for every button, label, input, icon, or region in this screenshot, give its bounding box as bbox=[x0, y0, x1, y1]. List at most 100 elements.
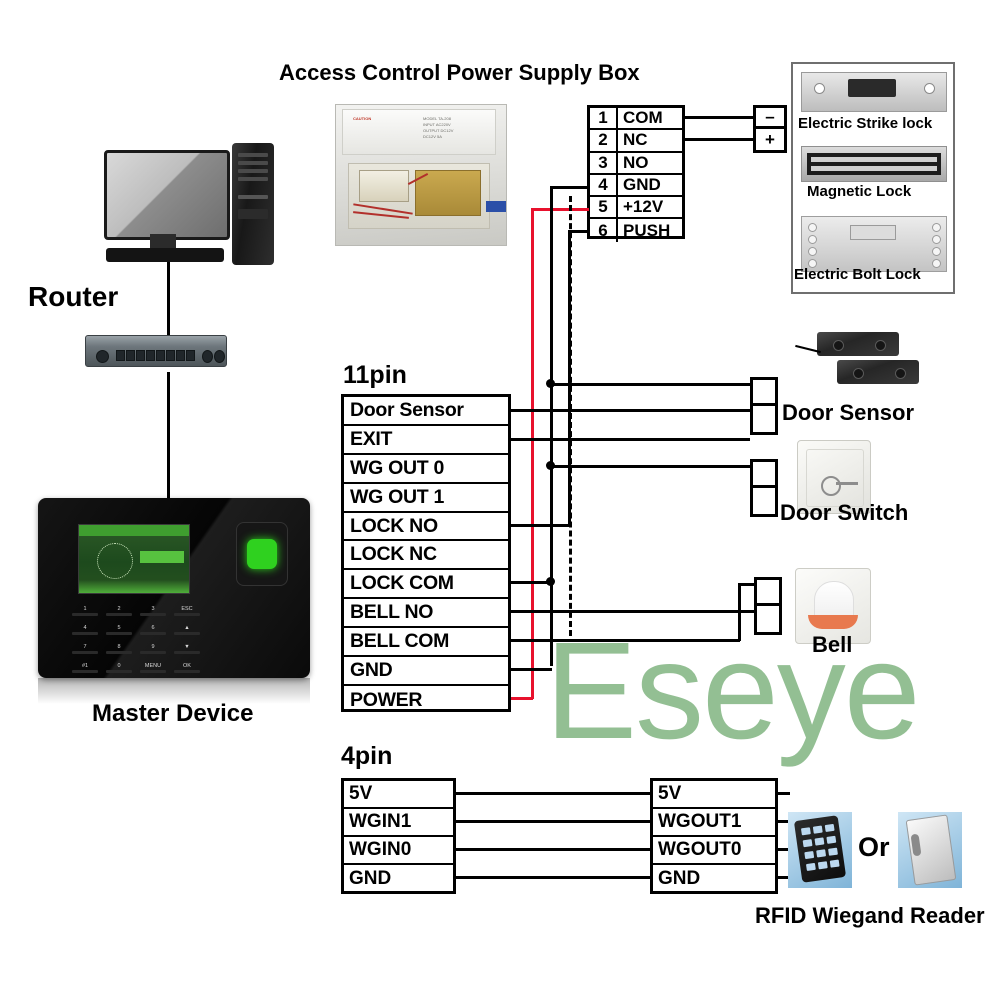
pin4L-row[interactable]: WGIN1 bbox=[344, 809, 453, 837]
psu-row[interactable]: 3 NO bbox=[590, 152, 682, 175]
junction-dot-lock-com bbox=[546, 577, 555, 586]
psu-row[interactable]: 2 NC bbox=[590, 130, 682, 153]
keypad-key-bar bbox=[106, 613, 132, 616]
door-sensor-terminal-1 bbox=[753, 380, 775, 406]
keypad-key[interactable]: ▼ bbox=[174, 644, 200, 654]
door-switch-terminal-1 bbox=[753, 462, 775, 488]
door-switch-connector[interactable] bbox=[750, 459, 778, 517]
wire-bell-com bbox=[511, 639, 740, 642]
keypad-key[interactable]: #1 bbox=[72, 663, 98, 673]
keypad-key[interactable]: 9 bbox=[140, 644, 166, 654]
keypad-key[interactable]: OK bbox=[174, 663, 200, 673]
door-switch-terminal-2 bbox=[753, 488, 775, 514]
keypad-key-label: 9 bbox=[151, 644, 155, 650]
electric-bolt-lock-photo bbox=[801, 216, 947, 272]
pc-tower-icon bbox=[232, 143, 274, 265]
keypad-key-bar bbox=[72, 670, 98, 673]
keypad-key[interactable]: 6 bbox=[140, 625, 166, 635]
psu-terminal-number: 1 bbox=[590, 108, 618, 129]
pin4R-row[interactable]: 5V bbox=[653, 781, 775, 809]
bell-terminal-1 bbox=[757, 580, 779, 606]
psu-terminal-number: 2 bbox=[590, 130, 618, 151]
keypad-row: 4 5 6 ▲ bbox=[72, 625, 200, 635]
fingerprint-sensor[interactable] bbox=[236, 522, 288, 586]
pin11-row[interactable]: BELL NO bbox=[344, 599, 508, 629]
psu-row[interactable]: 1 COM bbox=[590, 108, 682, 131]
keypad-key-bar bbox=[174, 670, 200, 673]
keypad-key-label: ▼ bbox=[184, 644, 190, 650]
pin11-terminal-label: BELL COM bbox=[350, 630, 450, 653]
keypad-key[interactable]: 4 bbox=[72, 625, 98, 635]
door-switch-label: Door Switch bbox=[780, 500, 909, 525]
psu-row[interactable]: 6 PUSH bbox=[590, 219, 682, 242]
power-supply-terminal-block[interactable]: 1 COM 2 NC 3 NO 4 GND 5 +12V 6 PUSH bbox=[587, 105, 685, 242]
keypad-key[interactable]: 3 bbox=[140, 606, 166, 616]
pin11-terminal-block[interactable]: Door Sensor EXIT WG OUT 0 WG OUT 1 LOCK NO LO… bbox=[341, 394, 511, 712]
pin11-row[interactable]: GND bbox=[344, 657, 508, 686]
keypad-key[interactable]: 7 bbox=[72, 644, 98, 654]
pin4-right-label: 5V bbox=[658, 783, 682, 804]
pin11-row[interactable]: Door Sensor bbox=[344, 397, 508, 426]
pin11-row[interactable]: BELL COM bbox=[344, 628, 508, 658]
pin11-terminal-label: Door Sensor bbox=[350, 398, 464, 421]
pin4-left-label: GND bbox=[349, 868, 392, 889]
pin4-right-terminal-block[interactable]: 5V WGOUT1 WGOUT0 GND bbox=[650, 778, 778, 894]
keypad-key[interactable]: 5 bbox=[106, 625, 132, 635]
psu-row[interactable]: 4 GND bbox=[590, 174, 682, 198]
keypad-key-label: 2 bbox=[117, 606, 121, 612]
keypad-key-label: 4 bbox=[83, 625, 87, 631]
device-keypad[interactable]: 1 2 3 ESC 4 5 6 ▲ 7 8 9 ▼ #1 0 MENU OK bbox=[72, 606, 200, 678]
lock-connector[interactable]: – + bbox=[753, 105, 787, 153]
pin11-row[interactable]: WG OUT 1 bbox=[344, 484, 508, 513]
pin4R-row[interactable]: WGOUT1 bbox=[653, 809, 775, 837]
wire-bell-no bbox=[511, 610, 754, 613]
master-device-fingerprint-terminal[interactable]: 1 2 3 ESC 4 5 6 ▲ 7 8 9 ▼ #1 0 MENU OK bbox=[38, 498, 310, 678]
keypad-key[interactable]: 2 bbox=[106, 606, 132, 616]
pin4-right-label: GND bbox=[658, 868, 701, 889]
pin4L-row[interactable]: GND bbox=[344, 865, 453, 893]
keypad-key[interactable]: ▲ bbox=[174, 625, 200, 635]
power-supply-box-title: Access Control Power Supply Box bbox=[279, 60, 640, 85]
router-device-cable bbox=[167, 372, 170, 500]
keypad-key-label: MENU bbox=[144, 663, 162, 669]
pin4L-row[interactable]: 5V bbox=[344, 781, 453, 809]
wire-power-red-horizontal-bottom bbox=[511, 697, 533, 700]
caution-text: CAUTION bbox=[353, 116, 372, 121]
keypad-key[interactable]: 0 bbox=[106, 663, 132, 673]
psu-row[interactable]: 5 +12V bbox=[590, 197, 682, 220]
pin11-row[interactable]: EXIT bbox=[344, 426, 508, 455]
rfid-reader-label: RFID Wiegand Reader bbox=[755, 903, 985, 928]
electric-strike-lock-photo bbox=[801, 72, 947, 112]
keypad-key[interactable]: 1 bbox=[72, 606, 98, 616]
psu-terminal-number: 3 bbox=[590, 152, 618, 173]
pin11-row[interactable]: LOCK NC bbox=[344, 541, 508, 571]
pin4R-row[interactable]: WGOUT0 bbox=[653, 837, 775, 865]
pin4-left-label: WGIN0 bbox=[349, 839, 412, 860]
pin11-row[interactable]: LOCK NO bbox=[344, 513, 508, 542]
keypad-key[interactable]: 8 bbox=[106, 644, 132, 654]
pin4-left-label: 5V bbox=[349, 783, 373, 804]
pin4-left-label: WGIN1 bbox=[349, 811, 412, 832]
wire-psu-nc-to-lock-plus bbox=[684, 138, 753, 141]
pin4-left-terminal-block[interactable]: 5V WGIN1 WGIN0 GND bbox=[341, 778, 456, 894]
pin11-row[interactable]: LOCK COM bbox=[344, 570, 508, 600]
keypad-key-bar bbox=[140, 613, 166, 616]
psu-terminal-label: GND bbox=[623, 175, 661, 195]
keypad-key-label: 1 bbox=[83, 606, 87, 612]
pin11-row[interactable]: WG OUT 0 bbox=[344, 455, 508, 484]
device-wallpaper-grass bbox=[79, 580, 189, 593]
keypad-key[interactable]: ESC bbox=[174, 606, 200, 616]
psu-terminal-label: COM bbox=[623, 108, 663, 128]
pin11-row[interactable]: POWER bbox=[344, 686, 508, 715]
psu-terminal-number: 5 bbox=[590, 197, 618, 218]
door-sensor-connector[interactable] bbox=[750, 377, 778, 435]
bell-connector[interactable] bbox=[754, 577, 782, 635]
wire-lock-no bbox=[511, 524, 570, 527]
wire-door-sensor-out bbox=[511, 409, 750, 412]
fingerprint-sensor-glow bbox=[247, 539, 277, 569]
pin4R-row[interactable]: GND bbox=[653, 865, 775, 893]
keypad-key-label: 8 bbox=[117, 644, 121, 650]
terminal-strip bbox=[486, 201, 506, 212]
pin4L-row[interactable]: WGIN0 bbox=[344, 837, 453, 865]
keypad-key[interactable]: MENU bbox=[140, 663, 166, 673]
